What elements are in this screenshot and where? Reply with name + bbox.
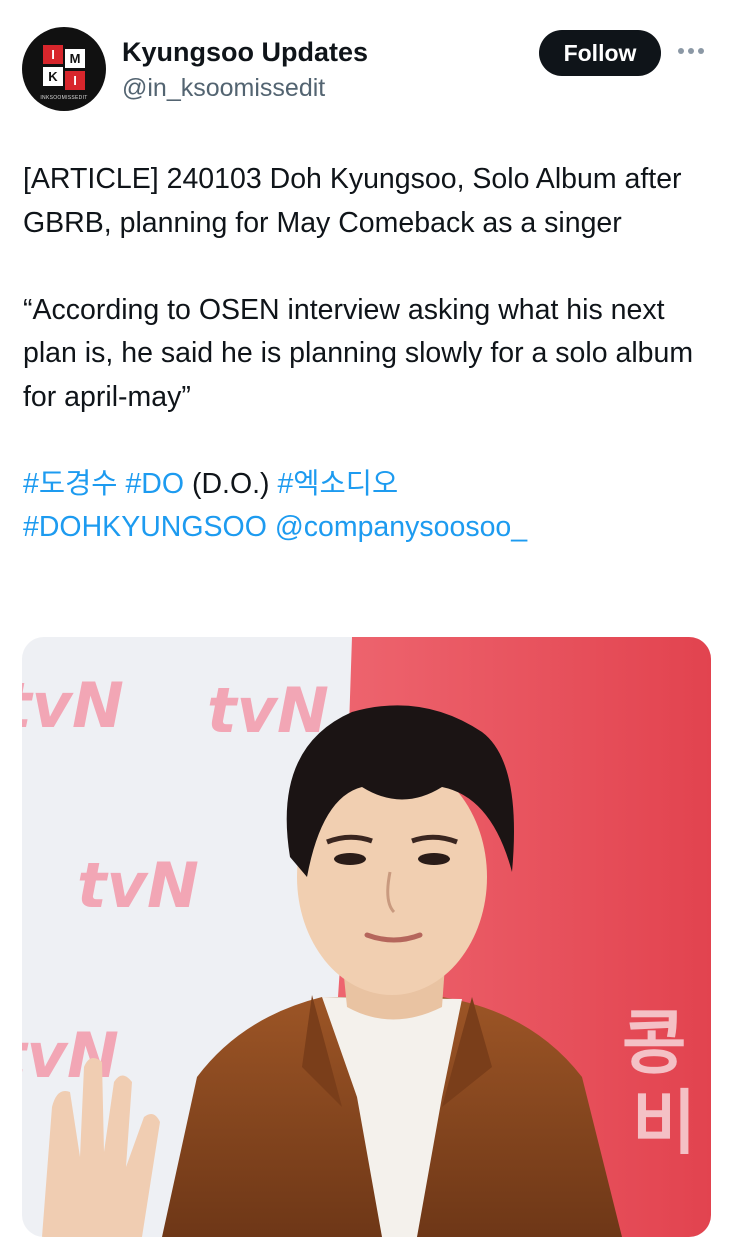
post-quote: “According to OSEN interview asking what… [23,293,694,413]
backdrop-logo: tvN [22,1019,119,1092]
hashtag-doh-kyungsoo[interactable]: #도경수 [23,468,118,500]
post-line-article: [ARTICLE] 240103 Doh Kyungsoo, Solo Albu… [23,163,682,239]
backdrop-logo: tvN [22,669,124,742]
avatar-caption: INKSOOMISSEDIT [40,95,88,101]
more-horizontal-icon[interactable] [678,44,712,58]
account-handle[interactable]: @in_ksoomissedit [122,74,325,103]
post-tags: #도경수 #DO (D.O.) #엑소디오 #DOHKYUNGSOO @compa… [23,463,713,550]
follow-button[interactable]: Follow [539,30,661,76]
avatar-letter-1: I [43,45,63,64]
photo-illustration: tvN tvN tvN tvN 콩 비 [22,637,711,1237]
hashtag-exo-do[interactable]: #엑소디오 [277,468,398,500]
backdrop-logo: tvN [207,674,329,747]
dot [698,48,704,54]
svg-text:비: 비 [632,1082,696,1164]
avatar-letter-4: I [65,71,85,90]
dot [678,48,684,54]
avatar-letter-2: M [65,49,85,68]
avatar-letter-3: K [43,67,63,86]
hashtag-dohkyungsoo[interactable]: #DOHKYUNGSOO [23,511,267,543]
mention-companysoosoo[interactable]: @companysoosoo_ [275,511,527,543]
post-photo[interactable]: tvN tvN tvN tvN 콩 비 [22,637,711,1237]
tag-paren-text: (D.O.) [184,467,278,500]
post-text: [ARTICLE] 240103 Doh Kyungsoo, Solo Albu… [23,158,713,550]
account-name[interactable]: Kyungsoo Updates [122,37,368,68]
avatar[interactable]: I M K I INKSOOMISSEDIT [22,27,106,111]
svg-text:콩: 콩 [622,1002,686,1084]
hashtag-do[interactable]: #DO [125,468,184,500]
backdrop-logo: tvN [77,849,199,922]
dot [688,48,694,54]
